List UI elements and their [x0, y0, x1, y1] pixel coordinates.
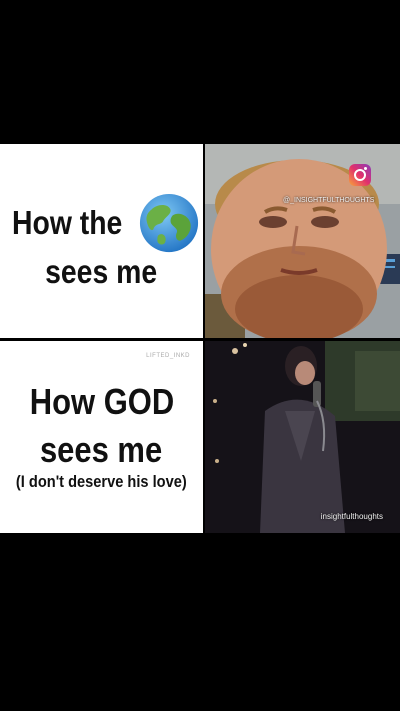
watermark-instagram-handle: @_INSIGHTFULTHOUGHTS — [283, 197, 375, 204]
meme-screen: { "top_left": { "line1": "How the", "lin… — [0, 0, 400, 711]
singer-on-stage-photo — [205, 341, 400, 533]
panel-how-god-sees-me: LIFTED_INKD How GOD sees me (I don't des… — [0, 341, 203, 533]
caption-how-the: How the — [12, 203, 123, 241]
caption-sees-me: sees me — [45, 252, 158, 290]
caption-dont-deserve: (I don't deserve his love) — [16, 472, 187, 492]
instagram-icon — [349, 164, 371, 186]
caption-sees-me-2: sees me — [40, 428, 163, 470]
corner-watermark: LIFTED_INKD — [146, 353, 190, 359]
panel-how-the-world-sees-me: How the sees me — [0, 144, 203, 338]
caption-row: How the — [3, 192, 199, 254]
photo-panel-singer: insightfulthoughts — [205, 341, 400, 533]
watermark-insightfulthoughts: insightfulthoughts — [320, 512, 383, 521]
earth-globe-icon — [139, 193, 198, 252]
caption-how-god: How GOD — [29, 381, 174, 423]
